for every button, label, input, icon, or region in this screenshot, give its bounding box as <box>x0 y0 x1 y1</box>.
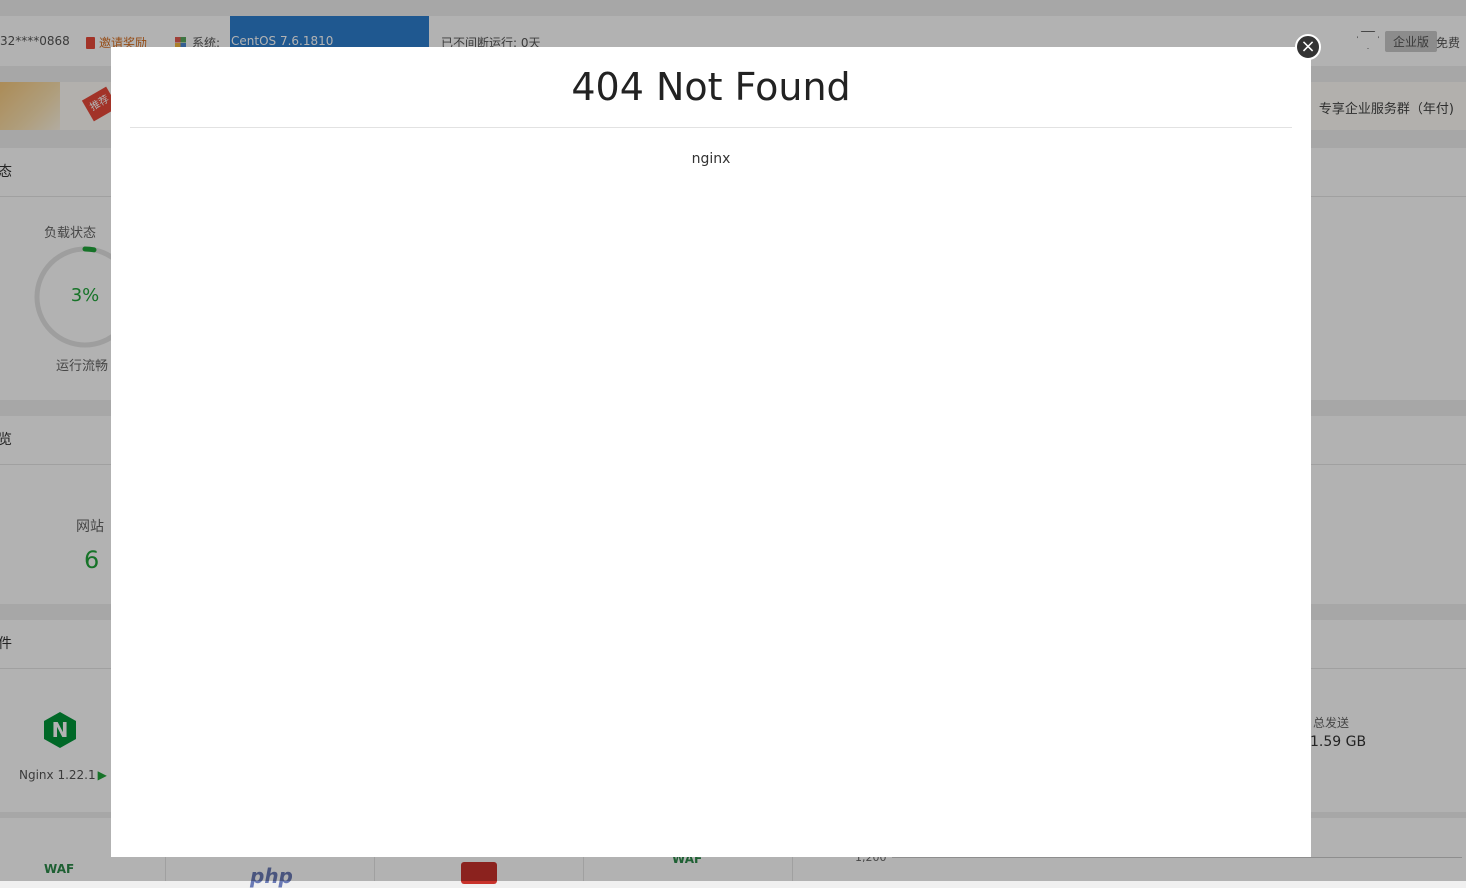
error-title: 404 Not Found <box>571 65 851 109</box>
server-name: nginx <box>691 151 731 167</box>
close-icon[interactable]: × <box>1295 34 1321 60</box>
error-divider <box>130 127 1292 128</box>
error-modal: 404 Not Found nginx <box>111 47 1311 857</box>
